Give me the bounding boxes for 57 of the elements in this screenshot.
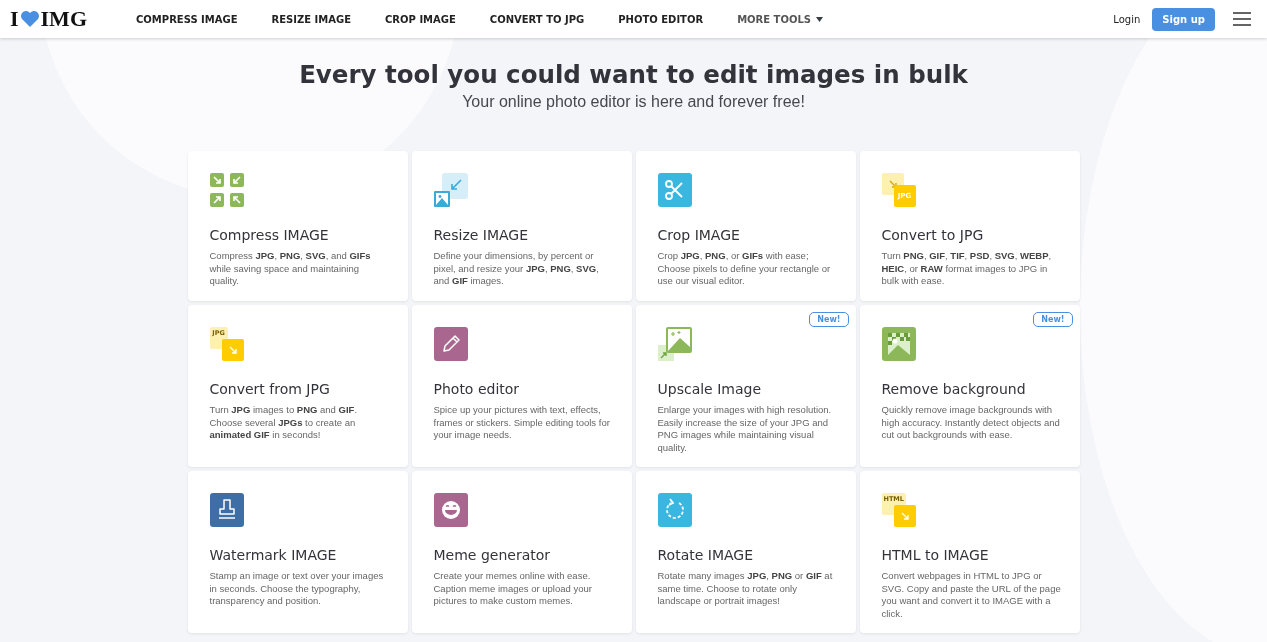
tool-title: Remove background [881, 381, 1027, 397]
remove-background-icon [881, 327, 916, 361]
laughing-face-icon [433, 493, 468, 527]
tool-title: Convert to JPG [881, 227, 985, 243]
tool-description: Convert webpages in HTML to JPG or SVG. Copy and paste the URL of the page you want and convert it to IMAGE with a click. [881, 570, 1062, 620]
tool-title: Crop IMAGE [657, 227, 741, 243]
page-subtitle: Your online photo editor is here and forever free! [462, 93, 805, 111]
tool-card[interactable]: Watermark IMAGE Stamp an image or text over your images in seconds. Choose the typography, transparency and position. [187, 471, 408, 633]
menu-icon[interactable] [1233, 12, 1251, 26]
nav-link[interactable]: COMPRESS IMAGE [119, 13, 255, 25]
tool-card[interactable]: Meme generator Create your memes online with ease. Caption meme images or upload your pictures to make custom memes. [411, 471, 632, 633]
tool-title: Compress IMAGE [209, 227, 330, 243]
stamp-icon [209, 493, 244, 527]
scissors-icon [657, 173, 692, 207]
resize-image-icon [433, 173, 468, 207]
tool-description: Turn JPG images to PNG and GIF. Choose several JPGs to create an animated GIF in seconds! [209, 404, 359, 442]
nav-link[interactable]: PHOTO EDITOR [601, 13, 721, 25]
tool-description: Create your memes online with ease. Caption meme images or upload your pictures to make custom memes. [433, 570, 593, 608]
upscale-image-icon [657, 327, 692, 361]
tool-title: Rotate IMAGE [657, 547, 755, 563]
tool-card[interactable]: New! Remove background Quickly remove image backgrounds with high accuracy. Instantly detect objects and cut out backgrounds with ease. [859, 305, 1080, 467]
pencil-icon [433, 327, 468, 361]
tool-card[interactable]: Resize IMAGE Define your dimensions, by percent or pixel, and resize your JPG, PNG, SVG, and GIF images. [411, 151, 632, 301]
nav-link[interactable]: RESIZE IMAGE [254, 13, 369, 25]
page-heading: Every tool you could want to edit images in bulk [299, 60, 968, 89]
tool-card[interactable]: Rotate IMAGE Rotate many images JPG, PNG or GIF at same time. Choose to rotate only landscape or portrait images! [635, 471, 856, 633]
tool-card[interactable]: Crop IMAGE Crop JPG, PNG, or GIFs with ease; Choose pixels to define your rectangle or use our visual editor. [635, 151, 856, 301]
tool-title: HTML to IMAGE [881, 547, 990, 563]
tool-card[interactable]: New! Upscale Image Enlarge your images with high resolution. Easily increase the size of your JPG and PNG images while maintaining visual quality. [635, 305, 856, 467]
tool-title: Convert from JPG [209, 381, 331, 397]
login-link[interactable]: Login [1113, 13, 1141, 25]
tool-description: Enlarge your images with high resolution. Easily increase the size of your JPG and PNG images while maintaining visual quality. [657, 404, 833, 454]
new-badge: New! [809, 312, 849, 327]
tool-description: Turn PNG, GIF, TIF, PSD, SVG, WEBP, HEIC, or RAW format images to JPG in bulk with ease. [881, 250, 1053, 288]
tool-description: Spice up your pictures with text, effects, frames or stickers. Simple editing tools for your image needs. [433, 404, 611, 442]
tool-description: Quickly remove image backgrounds with high accuracy. Instantly detect objects and cut out backgrounds with ease. [881, 404, 1061, 442]
tool-title: Watermark IMAGE [209, 547, 338, 563]
nav-link[interactable]: CROP IMAGE [368, 13, 473, 25]
caret-icon [816, 16, 823, 22]
tool-description: Crop JPG, PNG, or GIFs with ease; Choose pixels to define your rectangle or use our visual editor. [657, 250, 832, 288]
heart-icon [19, 10, 40, 28]
tool-description: Compress JPG, PNG, SVG, and GIFs while saving space and maintaining quality. [209, 250, 372, 288]
rotate-icon [657, 493, 692, 527]
tool-card[interactable]: Photo editor Spice up your pictures with text, effects, frames or stickers. Simple editing tools for your image needs. [411, 305, 632, 467]
logo-link[interactable]: I IMG [10, 6, 87, 32]
nav-link[interactable]: CONVERT TO JPG [472, 13, 602, 25]
compress-arrows-icon [209, 173, 244, 207]
new-badge: New! [1033, 312, 1073, 327]
tool-description: Rotate many images JPG, PNG or GIF at same time. Choose to rotate only landscape or portrait images! [657, 570, 834, 608]
tool-card[interactable]: Compress IMAGE Compress JPG, PNG, SVG, and GIFs while saving space and maintaining quality. [187, 151, 408, 301]
tool-title: Photo editor [433, 381, 521, 397]
tool-description: Define your dimensions, by percent or pixel, and resize your JPG, PNG, SVG, and GIF images. [433, 250, 600, 288]
tool-title: Meme generator [433, 547, 552, 563]
tool-description: Stamp an image or text over your images in seconds. Choose the typography, transparency and position. [209, 570, 385, 608]
nav-link[interactable]: MORE TOOLS [720, 13, 840, 25]
tool-title: Resize IMAGE [433, 227, 530, 243]
tool-title: Upscale Image [657, 381, 762, 397]
